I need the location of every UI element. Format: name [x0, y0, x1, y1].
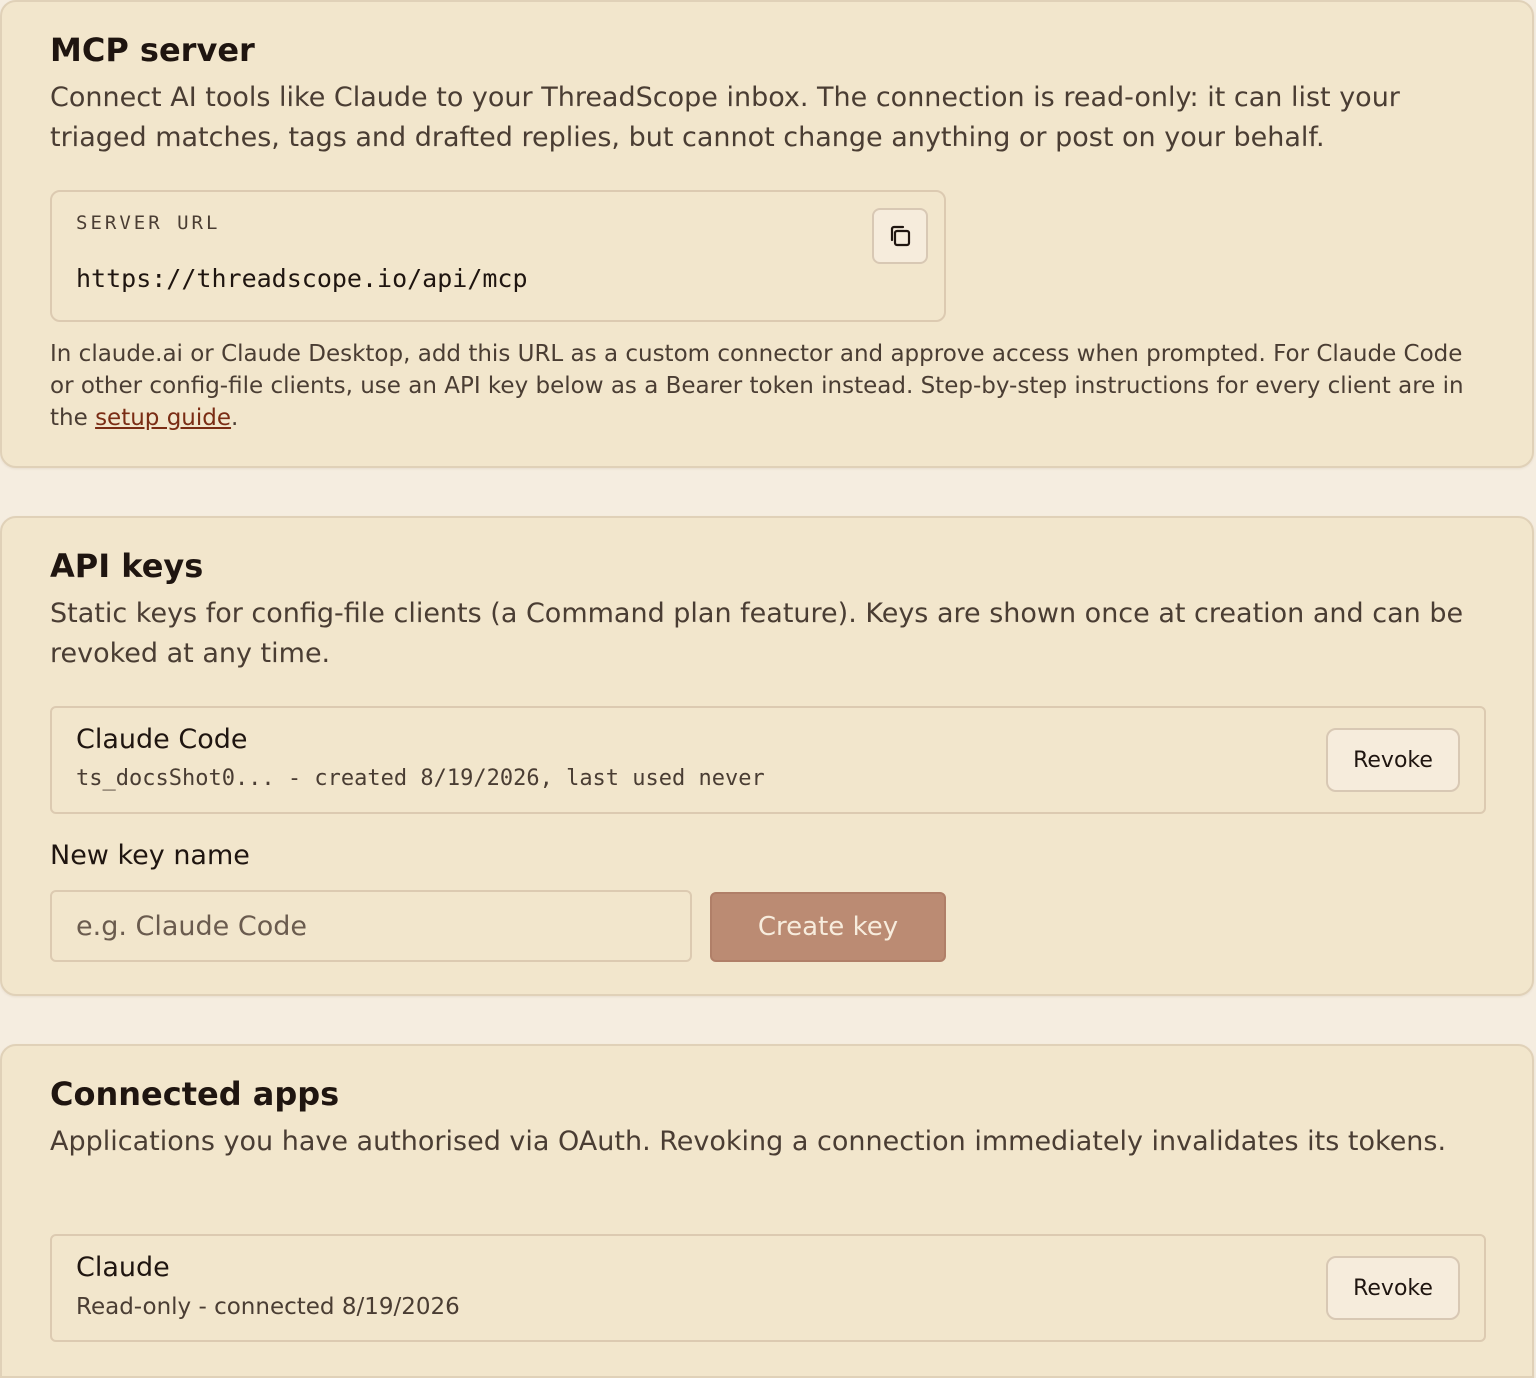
connected-apps-title: Connected apps — [50, 1075, 340, 1113]
api-keys-title: API keys — [50, 547, 204, 585]
new-key-name-label: New key name — [50, 840, 250, 871]
new-key-name-input[interactable] — [50, 890, 692, 962]
setup-guide-link[interactable]: setup guide — [95, 405, 231, 431]
help-text-before: In claude.ai or Claude Desktop, add this… — [50, 341, 1464, 431]
connected-apps-description: Applications you have authorised via OAu… — [50, 1126, 1447, 1157]
api-keys-card: API keys Static keys for config-file cli… — [0, 516, 1534, 996]
api-keys-description: Static keys for config-file clients (a C… — [50, 598, 1464, 669]
revoke-app-button[interactable]: Revoke — [1326, 1256, 1460, 1320]
create-key-button[interactable]: Create key — [710, 892, 946, 962]
connected-app-row: Claude Read-only - connected 8/19/2026 R… — [50, 1234, 1486, 1342]
copy-url-button[interactable] — [872, 208, 928, 264]
mcp-server-title: MCP server — [50, 31, 255, 69]
mcp-server-description: Connect AI tools like Claude to your Thr… — [50, 82, 1400, 153]
api-key-row: Claude Code ts_docsShot0... - created 8/… — [50, 706, 1486, 814]
help-text-after: . — [231, 405, 239, 431]
api-key-meta: ts_docsShot0... - created 8/19/2026, las… — [76, 766, 765, 791]
mcp-server-card: MCP server Connect AI tools like Claude … — [0, 0, 1534, 468]
server-url-label: SERVER URL — [76, 212, 221, 234]
server-url-box: SERVER URL https://threadscope.io/api/mc… — [50, 190, 946, 322]
mcp-help-text: In claude.ai or Claude Desktop, add this… — [50, 338, 1490, 434]
copy-icon — [890, 225, 911, 247]
api-key-name: Claude Code — [76, 724, 248, 755]
connected-app-name: Claude — [76, 1252, 170, 1283]
connected-apps-card: Connected apps Applications you have aut… — [0, 1044, 1534, 1378]
revoke-key-button[interactable]: Revoke — [1326, 728, 1460, 792]
server-url-value[interactable]: https://threadscope.io/api/mcp — [76, 264, 528, 293]
connected-app-meta: Read-only - connected 8/19/2026 — [76, 1294, 460, 1320]
